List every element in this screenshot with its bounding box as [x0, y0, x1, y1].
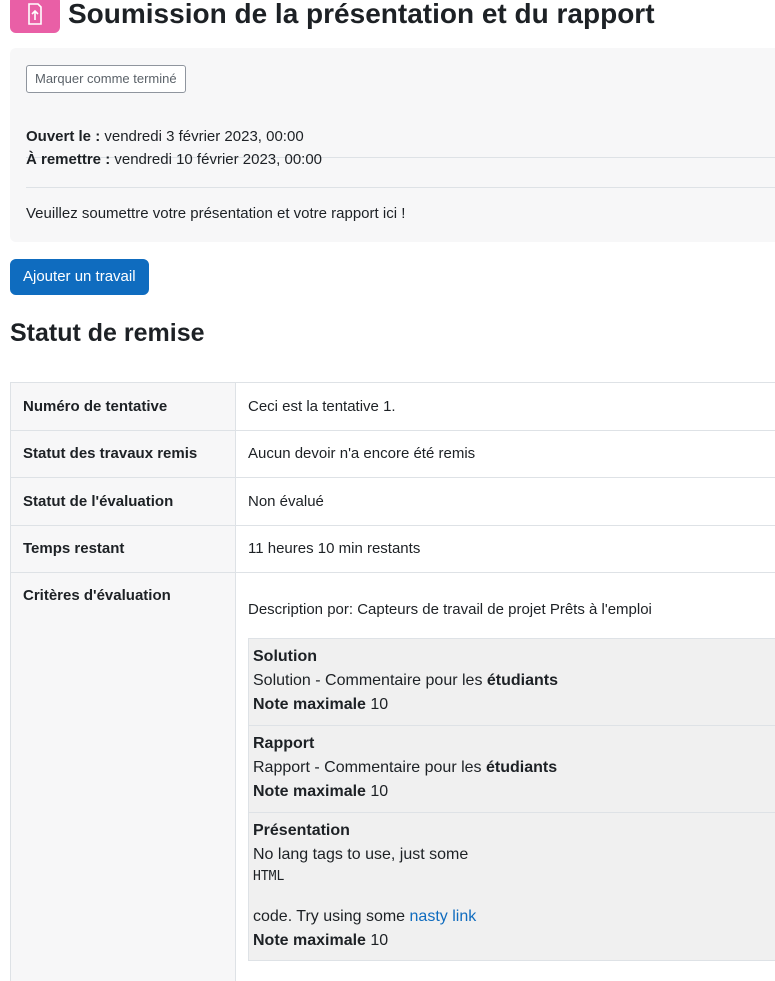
criterion-report: Rapport Rapport - Commentaire pour les é… — [248, 725, 775, 813]
criterion-presentation: Présentation No lang tags to use, just s… — [248, 812, 775, 961]
criterion-comment: Rapport - Commentaire pour les étudiants — [253, 756, 775, 780]
row-value: Non évalué — [248, 492, 324, 510]
due-label: À remettre : — [26, 151, 111, 168]
table-row: Statut de l'évaluation Non évalué — [11, 478, 775, 526]
criteria-description: Description por: Capteurs de travail de … — [248, 601, 652, 618]
page-title: Soumission de la présentation et du rapp… — [68, 0, 655, 29]
submission-status-table: Numéro de tentative Ceci est la tentativ… — [10, 382, 775, 981]
row-label: Numéro de tentative — [11, 383, 236, 430]
criterion-comment: Solution - Commentaire pour les étudiant… — [253, 669, 775, 693]
page-header: Soumission de la présentation et du rapp… — [10, 0, 655, 34]
criterion-max-grade: Note maximale 10 — [253, 780, 775, 804]
max-grade-label: Note maximale — [253, 783, 366, 800]
link-prefix-text: code. Try using some — [253, 908, 406, 925]
add-submission-button[interactable]: Ajouter un travail — [10, 259, 149, 295]
max-grade-label: Note maximale — [253, 696, 366, 713]
criterion-title: Présentation — [253, 822, 350, 839]
nasty-link[interactable]: nasty link — [410, 908, 477, 925]
row-value: Aucun devoir n'a encore été remis — [248, 445, 476, 463]
assignment-intro: Veuillez soumettre votre présentation et… — [26, 205, 406, 222]
row-label: Statut des travaux remis — [11, 430, 236, 477]
page: Soumission de la présentation et du rapp… — [0, 0, 775, 981]
table-row-grading-criteria: Critères d'évaluation Description por: C… — [11, 573, 775, 981]
criterion-title: Solution — [253, 648, 317, 665]
row-label: Temps restant — [11, 525, 236, 572]
opened-date: Ouvert le : vendredi 3 février 2023, 00:… — [26, 128, 304, 145]
activity-info-panel: Marquer comme terminé Ouvert le : vendre… — [10, 48, 775, 242]
opened-label: Ouvert le : — [26, 128, 101, 145]
opened-value: vendredi 3 février 2023, 00:00 — [104, 128, 304, 145]
comment-text: Solution - Commentaire pour les — [253, 672, 483, 689]
divider — [26, 187, 775, 188]
max-grade-label: Note maximale — [253, 932, 366, 949]
table-row: Temps restant 11 heures 10 min restants — [11, 525, 775, 573]
max-grade-value: 10 — [370, 783, 389, 800]
table-row: Numéro de tentative Ceci est la tentativ… — [11, 383, 775, 431]
max-grade-value: 10 — [370, 932, 389, 949]
row-label: Critères d'évaluation — [11, 573, 236, 981]
criterion-text: No lang tags to use, just some — [253, 846, 469, 863]
row-value: Ceci est la tentative 1. — [248, 397, 396, 415]
row-value: 11 heures 10 min restants — [248, 540, 421, 558]
criterion-text-with-link: code. Try using some nasty link — [253, 905, 775, 929]
submission-status-heading: Statut de remise — [10, 319, 205, 347]
mark-as-done-button[interactable]: Marquer comme terminé — [26, 65, 186, 93]
criterion-max-grade: Note maximale 10 — [253, 929, 775, 953]
comment-bold: étudiants — [486, 672, 559, 689]
criterion-solution: Solution Solution - Commentaire pour les… — [248, 638, 775, 726]
comment-bold: étudiants — [486, 759, 558, 776]
grading-criteria-cell: Description por: Capteurs de travail de … — [236, 573, 775, 981]
table-row: Statut des travaux remis Aucun devoir n'… — [11, 430, 775, 478]
comment-text: Rapport - Commentaire pour les — [253, 759, 482, 776]
criterion-code: HTML — [253, 869, 285, 884]
assignment-upload-icon — [10, 0, 60, 33]
criterion-max-grade: Note maximale 10 — [253, 693, 775, 717]
due-date: À remettre : vendredi 10 février 2023, 0… — [26, 151, 322, 168]
criterion-title: Rapport — [253, 735, 315, 752]
row-label: Statut de l'évaluation — [11, 478, 236, 525]
due-value: vendredi 10 février 2023, 00:00 — [114, 151, 323, 168]
max-grade-value: 10 — [370, 696, 389, 713]
